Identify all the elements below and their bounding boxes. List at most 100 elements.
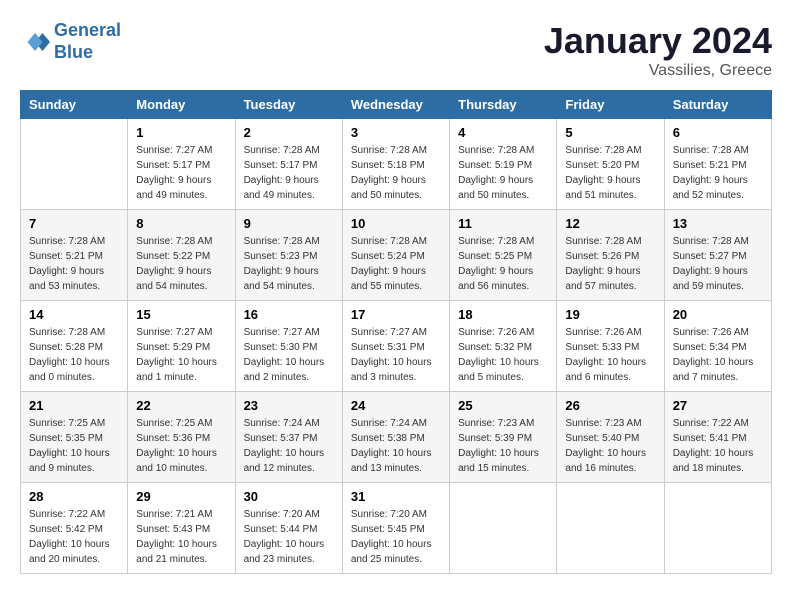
- calendar-cell: 7 Sunrise: 7:28 AMSunset: 5:21 PMDaylight…: [21, 210, 128, 301]
- calendar-cell: 29Sunrise: 7:21 AMSunset: 5:43 PMDayligh…: [128, 483, 235, 574]
- day-number: 27: [673, 398, 763, 413]
- header-friday: Friday: [557, 91, 664, 119]
- logo-text: General Blue: [54, 20, 121, 63]
- header-sunday: Sunday: [21, 91, 128, 119]
- day-number: 29: [136, 489, 226, 504]
- day-info: Sunrise: 7:28 AMSunset: 5:26 PMDaylight:…: [565, 234, 655, 294]
- day-number: 13: [673, 216, 763, 231]
- calendar-cell: 26Sunrise: 7:23 AMSunset: 5:40 PMDayligh…: [557, 392, 664, 483]
- day-info: Sunrise: 7:24 AMSunset: 5:37 PMDaylight:…: [244, 416, 334, 476]
- day-number: 26: [565, 398, 655, 413]
- header-tuesday: Tuesday: [235, 91, 342, 119]
- calendar-cell: 30Sunrise: 7:20 AMSunset: 5:44 PMDayligh…: [235, 483, 342, 574]
- page-header: General Blue January 2024 Vassilies, Gre…: [20, 20, 772, 80]
- calendar-cell: 23Sunrise: 7:24 AMSunset: 5:37 PMDayligh…: [235, 392, 342, 483]
- week-row-2: 7 Sunrise: 7:28 AMSunset: 5:21 PMDaylight…: [21, 210, 772, 301]
- day-info: Sunrise: 7:20 AMSunset: 5:44 PMDaylight:…: [244, 507, 334, 567]
- calendar-cell: 16 Sunrise: 7:27 AMSunset: 5:30 PMDayligh…: [235, 301, 342, 392]
- day-info: Sunrise: 7:24 AMSunset: 5:38 PMDaylight:…: [351, 416, 441, 476]
- week-row-4: 21 Sunrise: 7:25 AMSunset: 5:35 PMDayligh…: [21, 392, 772, 483]
- calendar-cell: 10 Sunrise: 7:28 AMSunset: 5:24 PMDayligh…: [342, 210, 449, 301]
- day-info: Sunrise: 7:28 AMSunset: 5:27 PMDaylight:…: [673, 234, 763, 294]
- calendar-cell: 19Sunrise: 7:26 AMSunset: 5:33 PMDayligh…: [557, 301, 664, 392]
- calendar-cell: 3 Sunrise: 7:28 AMSunset: 5:18 PMDaylight…: [342, 119, 449, 210]
- logo-blue: Blue: [54, 42, 121, 64]
- day-info: Sunrise: 7:28 AMSunset: 5:17 PMDaylight:…: [244, 143, 334, 203]
- day-info: Sunrise: 7:28 AMSunset: 5:21 PMDaylight:…: [673, 143, 763, 203]
- day-info: Sunrise: 7:28 AMSunset: 5:24 PMDaylight:…: [351, 234, 441, 294]
- calendar-cell: 20Sunrise: 7:26 AMSunset: 5:34 PMDayligh…: [664, 301, 771, 392]
- calendar-cell: 18 Sunrise: 7:26 AMSunset: 5:32 PMDayligh…: [450, 301, 557, 392]
- calendar-cell: 5 Sunrise: 7:28 AMSunset: 5:20 PMDaylight…: [557, 119, 664, 210]
- calendar-cell: 2Sunrise: 7:28 AMSunset: 5:17 PMDaylight…: [235, 119, 342, 210]
- calendar-cell: 28Sunrise: 7:22 AMSunset: 5:42 PMDayligh…: [21, 483, 128, 574]
- calendar-cell: 17Sunrise: 7:27 AMSunset: 5:31 PMDayligh…: [342, 301, 449, 392]
- day-number: 8: [136, 216, 226, 231]
- logo-icon: [20, 27, 50, 57]
- day-number: 7: [29, 216, 119, 231]
- calendar-table: SundayMondayTuesdayWednesdayThursdayFrid…: [20, 90, 772, 574]
- header-row: SundayMondayTuesdayWednesdayThursdayFrid…: [21, 91, 772, 119]
- title-block: January 2024 Vassilies, Greece: [544, 20, 772, 80]
- calendar-cell: 1 Sunrise: 7:27 AMSunset: 5:17 PMDaylight…: [128, 119, 235, 210]
- calendar-cell: 13 Sunrise: 7:28 AMSunset: 5:27 PMDayligh…: [664, 210, 771, 301]
- day-number: 15: [136, 307, 226, 322]
- day-info: Sunrise: 7:28 AMSunset: 5:21 PMDaylight:…: [29, 234, 119, 294]
- day-number: 31: [351, 489, 441, 504]
- day-number: 14: [29, 307, 119, 322]
- day-info: Sunrise: 7:27 AMSunset: 5:17 PMDaylight:…: [136, 143, 226, 203]
- day-number: 20: [673, 307, 763, 322]
- day-info: Sunrise: 7:28 AMSunset: 5:25 PMDaylight:…: [458, 234, 548, 294]
- calendar-cell: 22 Sunrise: 7:25 AMSunset: 5:36 PMDayligh…: [128, 392, 235, 483]
- week-row-1: 1 Sunrise: 7:27 AMSunset: 5:17 PMDaylight…: [21, 119, 772, 210]
- day-info: Sunrise: 7:23 AMSunset: 5:39 PMDaylight:…: [458, 416, 548, 476]
- day-info: Sunrise: 7:20 AMSunset: 5:45 PMDaylight:…: [351, 507, 441, 567]
- day-number: 11: [458, 216, 548, 231]
- week-row-3: 14 Sunrise: 7:28 AMSunset: 5:28 PMDayligh…: [21, 301, 772, 392]
- calendar-cell: 21 Sunrise: 7:25 AMSunset: 5:35 PMDayligh…: [21, 392, 128, 483]
- day-number: 1: [136, 125, 226, 140]
- calendar-cell: 8Sunrise: 7:28 AMSunset: 5:22 PMDaylight…: [128, 210, 235, 301]
- day-number: 6: [673, 125, 763, 140]
- day-number: 3: [351, 125, 441, 140]
- day-number: 16: [244, 307, 334, 322]
- day-info: Sunrise: 7:22 AMSunset: 5:42 PMDaylight:…: [29, 507, 119, 567]
- calendar-body: 1 Sunrise: 7:27 AMSunset: 5:17 PMDaylight…: [21, 119, 772, 574]
- day-number: 10: [351, 216, 441, 231]
- day-number: 18: [458, 307, 548, 322]
- location-subtitle: Vassilies, Greece: [544, 62, 772, 80]
- day-info: Sunrise: 7:27 AMSunset: 5:29 PMDaylight:…: [136, 325, 226, 385]
- calendar-cell: 14 Sunrise: 7:28 AMSunset: 5:28 PMDayligh…: [21, 301, 128, 392]
- calendar-cell: 4Sunrise: 7:28 AMSunset: 5:19 PMDaylight…: [450, 119, 557, 210]
- week-row-5: 28Sunrise: 7:22 AMSunset: 5:42 PMDayligh…: [21, 483, 772, 574]
- day-info: Sunrise: 7:28 AMSunset: 5:18 PMDaylight:…: [351, 143, 441, 203]
- day-number: 25: [458, 398, 548, 413]
- day-info: Sunrise: 7:26 AMSunset: 5:32 PMDaylight:…: [458, 325, 548, 385]
- day-number: 21: [29, 398, 119, 413]
- calendar-cell: [664, 483, 771, 574]
- day-number: 24: [351, 398, 441, 413]
- logo: General Blue: [20, 20, 121, 63]
- header-saturday: Saturday: [664, 91, 771, 119]
- day-info: Sunrise: 7:25 AMSunset: 5:36 PMDaylight:…: [136, 416, 226, 476]
- header-monday: Monday: [128, 91, 235, 119]
- calendar-cell: 25 Sunrise: 7:23 AMSunset: 5:39 PMDayligh…: [450, 392, 557, 483]
- day-number: 12: [565, 216, 655, 231]
- calendar-cell: 27Sunrise: 7:22 AMSunset: 5:41 PMDayligh…: [664, 392, 771, 483]
- day-info: Sunrise: 7:27 AMSunset: 5:31 PMDaylight:…: [351, 325, 441, 385]
- month-title: January 2024: [544, 20, 772, 62]
- calendar-header: SundayMondayTuesdayWednesdayThursdayFrid…: [21, 91, 772, 119]
- calendar-cell: [557, 483, 664, 574]
- calendar-cell: [450, 483, 557, 574]
- logo-general: General: [54, 20, 121, 40]
- header-thursday: Thursday: [450, 91, 557, 119]
- day-info: Sunrise: 7:26 AMSunset: 5:33 PMDaylight:…: [565, 325, 655, 385]
- day-info: Sunrise: 7:28 AMSunset: 5:19 PMDaylight:…: [458, 143, 548, 203]
- calendar-cell: 11 Sunrise: 7:28 AMSunset: 5:25 PMDayligh…: [450, 210, 557, 301]
- day-info: Sunrise: 7:28 AMSunset: 5:20 PMDaylight:…: [565, 143, 655, 203]
- day-number: 5: [565, 125, 655, 140]
- day-info: Sunrise: 7:27 AMSunset: 5:30 PMDaylight:…: [244, 325, 334, 385]
- day-info: Sunrise: 7:28 AMSunset: 5:28 PMDaylight:…: [29, 325, 119, 385]
- day-number: 22: [136, 398, 226, 413]
- day-info: Sunrise: 7:25 AMSunset: 5:35 PMDaylight:…: [29, 416, 119, 476]
